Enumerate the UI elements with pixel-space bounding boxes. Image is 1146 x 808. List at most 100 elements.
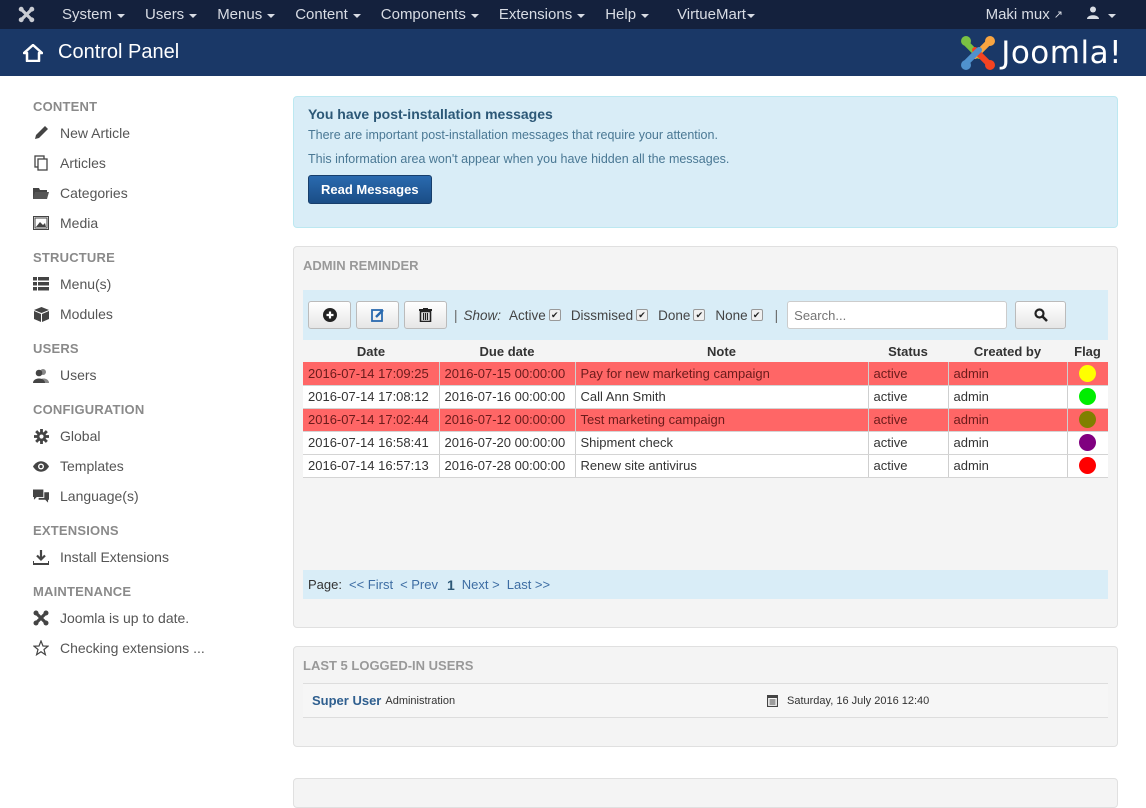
sidebar-item-install-extensions[interactable]: Install Extensions [33,542,253,572]
column-header-status[interactable]: Status [868,340,948,362]
pager-first[interactable]: << First [349,577,393,592]
table-row[interactable]: 2016-07-14 17:08:12 2016-07-16 00:00:00 Ca… [303,385,1108,409]
filter-dissmised[interactable]: Dissmised ✔ [570,307,649,323]
sidebar-item-label: Global [60,428,101,444]
column-header-created-by[interactable]: Created by [948,340,1067,362]
cell-due: 2016-07-15 00:00:00 [439,362,576,386]
nav-menu-label: Content [295,6,348,23]
filter-label: None [715,307,748,323]
nav-menu-label: Menus [217,6,263,23]
sidebar-item-menu-s[interactable]: Menu(s) [33,269,253,299]
sidebar-item-label: Joomla is up to date. [60,610,190,626]
sidebar-item-users[interactable]: Users [33,360,253,390]
list-item: Super User Administration Saturday, 16 J… [303,683,1108,718]
pager-label: Page: [308,577,342,592]
chevron-down-icon [189,13,198,18]
cog-icon [33,428,49,444]
filter-label: Dissmised [570,307,634,323]
nav-menu-virtuemart[interactable]: VirtueMart [667,0,765,29]
user-icon [1087,6,1099,23]
nav-menu-menus[interactable]: Menus [207,0,285,29]
sidebar-item-label: Articles [60,155,106,171]
table-row[interactable]: 2016-07-14 16:58:41 2016-07-20 00:00:00 Sh… [303,431,1108,455]
admin-reminder-panel: ADMIN REMINDER | Show: Active ✔ Dissmised ✔… [293,246,1118,628]
sidebar-item-global[interactable]: Global [33,421,253,451]
sidebar-item-checking-extensions[interactable]: Checking extensions ... [33,633,253,663]
nav-menu-label: VirtueMart [677,6,746,23]
sidebar-item-label: Menu(s) [60,276,112,292]
user-name-link[interactable]: Super User [312,693,381,708]
cell-flag [1067,454,1108,478]
login-date-text: Saturday, 16 July 2016 12:40 [787,694,930,707]
sidebar-item-language-s[interactable]: Language(s) [33,481,253,511]
table-row[interactable]: 2016-07-14 17:09:25 2016-07-15 00:00:00 Pa… [303,362,1108,386]
pager-prev[interactable]: < Prev [400,577,438,592]
filter-active[interactable]: Active ✔ [509,308,561,323]
star-icon [33,640,49,656]
column-header-date[interactable]: Date [303,340,439,362]
nav-menu-help[interactable]: Help [595,0,659,29]
filter-done[interactable]: Done ✔ [658,307,706,323]
sidebar-item-label: New Article [60,125,131,141]
top-navbar: System Users Menus Content Components Extensi… [0,0,1146,29]
download-icon [33,549,49,565]
column-header-note[interactable]: Note [575,340,868,362]
filter-none[interactable]: None ✔ [715,307,763,323]
nav-menu-extensions[interactable]: Extensions [489,0,595,29]
user-menu[interactable] [1075,0,1128,29]
filter-checkbox[interactable]: ✔ [693,309,706,321]
table-row[interactable]: 2016-07-14 17:02:44 2016-07-12 00:00:00 Te… [303,408,1108,432]
nav-menu-components[interactable]: Components [371,0,489,29]
column-header-flag[interactable]: Flag [1067,340,1108,362]
reminder-table: Date Due date Note Status Created by Flag 201… [303,340,1108,478]
sidebar-item-label: Checking extensions ... [60,640,205,656]
pager-next[interactable]: Next > [462,577,500,592]
sidebar-item-label: Language(s) [60,488,139,504]
filter-checkbox[interactable]: ✔ [548,309,561,321]
sidebar-item-articles[interactable]: Articles [33,148,253,178]
read-messages-button[interactable]: Read Messages [308,175,432,204]
cube-icon [33,306,49,322]
sidebar-heading-content: CONTENT [33,99,98,114]
table-row[interactable]: 2016-07-14 16:57:13 2016-07-28 00:00:00 Re… [303,454,1108,478]
chevron-down-icon [352,13,361,18]
stack-icon [33,155,49,171]
edit-button[interactable] [356,301,399,329]
delete-button[interactable] [404,301,447,329]
filter-label: Done [658,307,691,323]
cell-note: Test marketing campaign [575,408,869,432]
page-header: Control Panel Joomla! [0,29,1146,76]
cell-created-by: admin [948,431,1068,455]
flag-dot-icon [1079,457,1097,475]
search-input[interactable] [787,301,1008,329]
joomla-logo-icon [961,36,996,70]
filter-checkbox[interactable]: ✔ [636,309,649,321]
sidebar-item-categories[interactable]: Categories [33,178,253,208]
site-link[interactable]: Maki mux ↗ [974,0,1075,29]
panel-title: ADMIN REMINDER [303,258,419,273]
nav-menu-users[interactable]: Users [135,0,207,29]
cell-status: active [868,408,949,432]
table-header-row: Date Due date Note Status Created by Flag [303,340,1108,362]
nav-menu-content[interactable]: Content [285,0,371,29]
sidebar-item-joomla-is-up-to-date[interactable]: Joomla is up to date. [33,603,253,633]
sidebar-item-media[interactable]: Media [33,208,253,238]
sidebar-heading-maintenance: MAINTENANCE [33,584,132,599]
sidebar-item-modules[interactable]: Modules [33,299,253,329]
joomla-icon[interactable] [0,0,52,29]
joomla-icon [33,610,49,626]
column-header-due-date[interactable]: Due date [439,340,575,362]
pager-last[interactable]: Last >> [507,577,550,592]
sidebar-item-label: Install Extensions [60,549,169,565]
search-button[interactable] [1015,301,1067,329]
cell-date: 2016-07-14 17:02:44 [303,408,440,432]
nav-menu-system[interactable]: System [52,0,135,29]
sidebar-item-new-article[interactable]: New Article [33,118,253,148]
filter-checkbox[interactable]: ✔ [750,309,763,321]
cell-flag [1067,431,1108,455]
edit-icon [370,309,384,322]
joomla-logo: Joomla! [959,34,1122,72]
add-button[interactable] [308,301,351,329]
sidebar-item-templates[interactable]: Templates [33,451,253,481]
flag-dot-icon [1079,434,1097,452]
